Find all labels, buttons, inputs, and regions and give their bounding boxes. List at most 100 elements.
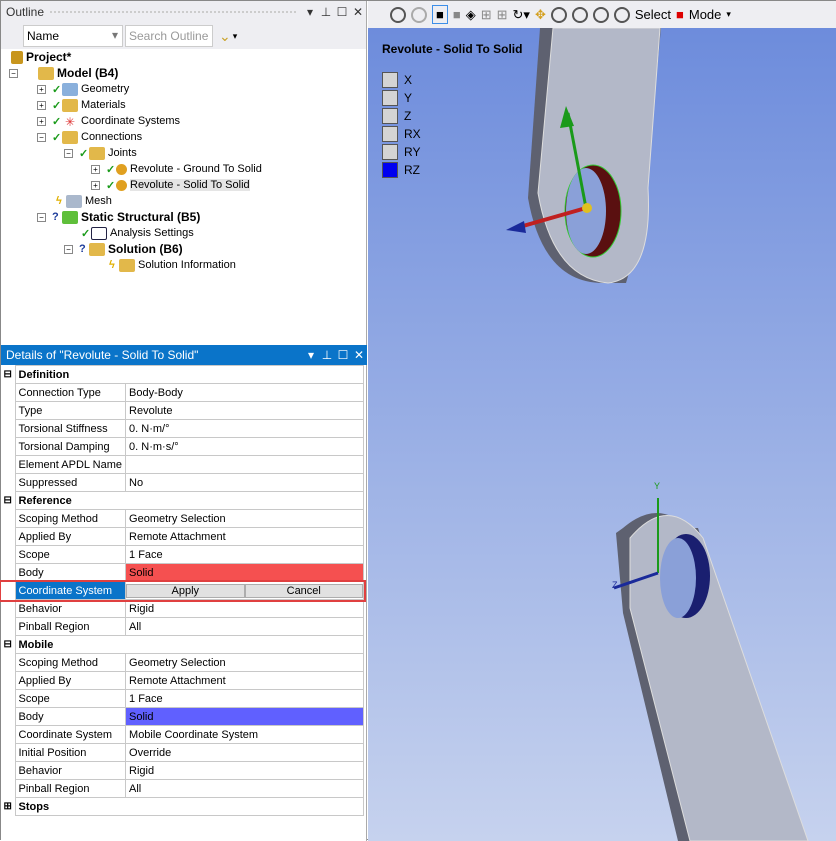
lower-hole-opening (660, 538, 696, 618)
detail-row-coordinate-system[interactable]: Coordinate SystemApplyCancel (1, 582, 364, 600)
detail-row[interactable]: Scope1 Face (1, 690, 364, 708)
filter-chevron-icon[interactable]: ⌄ (219, 28, 231, 45)
tree-node-project[interactable]: Project* (11, 49, 71, 65)
graphics-viewport[interactable]: ■ ■ ◈ ⊞ ⊞ ↻▾ ✥ Select ■ Mode ▾ Y Z Revolute - … (368, 1, 836, 841)
maximize-icon[interactable]: ☐ (334, 5, 350, 19)
detail-row[interactable]: Torsional Stiffness0. N·m/° (1, 420, 364, 438)
zoom-fit-icon[interactable] (390, 7, 406, 23)
viewport-title: Revolute - Solid To Solid (382, 42, 522, 56)
detail-row[interactable]: Connection TypeBody-Body (1, 384, 364, 402)
zoom-fit-all-icon[interactable] (614, 7, 630, 23)
detail-row[interactable]: BehaviorRigid (1, 600, 364, 618)
dropdown-icon[interactable]: ▾ (726, 9, 731, 20)
group-mobile[interactable]: ⊟Mobile (1, 636, 364, 654)
expand-icon[interactable]: + (37, 85, 46, 94)
pin-icon[interactable]: ⊥ (318, 5, 334, 19)
collapse-icon[interactable]: − (37, 213, 46, 222)
dropdown-icon[interactable]: ▾ (303, 348, 319, 362)
tree-node-coordinate-systems[interactable]: +✓✳Coordinate Systems (37, 113, 180, 129)
tree-node-revolute-ground[interactable]: +✓Revolute - Ground To Solid (91, 161, 262, 177)
reference-body-value[interactable]: Solid (126, 564, 364, 582)
filter-select[interactable]: Name (23, 25, 123, 47)
left-panel: Outline ▾⊥☐✕ Name Search Outline ⌄▾ Proj… (1, 1, 367, 841)
dropdown-icon[interactable]: ▾ (233, 31, 238, 42)
details-table: ⊟Definition Connection TypeBody-Body Typ… (1, 365, 364, 816)
zoom-icon[interactable] (551, 7, 567, 23)
look-at-icon[interactable]: ◈ (466, 7, 476, 23)
3d-canvas[interactable]: Y Z Revolute - Solid To Solid X Y Z RX R… (368, 28, 836, 841)
group-stops[interactable]: ⊞Stops (1, 798, 364, 816)
mode-button[interactable]: Mode (689, 7, 722, 22)
apply-button[interactable]: Apply (126, 584, 244, 598)
expand-icon[interactable]: + (37, 101, 46, 110)
group-definition[interactable]: ⊟Definition (1, 366, 364, 384)
pin-icon[interactable]: ⊥ (319, 348, 335, 362)
tree-node-static-structural[interactable]: −?Static Structural (B5) (37, 209, 200, 225)
detail-row[interactable]: Scoping MethodGeometry Selection (1, 510, 364, 528)
detail-row[interactable]: TypeRevolute (1, 402, 364, 420)
mobile-body-value[interactable]: Solid (126, 708, 364, 726)
expand-icon[interactable]: ⊞ (1, 798, 15, 816)
connections-icon (62, 131, 78, 144)
detail-row[interactable]: BehaviorRigid (1, 762, 364, 780)
search-input[interactable]: Search Outline (125, 25, 213, 47)
axis-label-z: Z (612, 580, 618, 590)
solid-cube-icon[interactable]: ■ (453, 7, 461, 22)
collapse-icon[interactable]: ⊟ (1, 366, 15, 384)
tree-node-solution[interactable]: −?Solution (B6) (64, 241, 183, 257)
detail-row[interactable]: Pinball RegionAll (1, 780, 364, 798)
window-icon[interactable]: ⊞ (481, 7, 492, 23)
tree-node-joints[interactable]: −✓Joints (64, 145, 137, 161)
detail-row[interactable]: Torsional Damping0. N·m·s/° (1, 438, 364, 456)
cube-icon[interactable]: ■ (432, 5, 448, 24)
expand-icon[interactable]: + (91, 181, 100, 190)
tree-node-solution-information[interactable]: ϟSolution Information (109, 257, 236, 273)
detail-row[interactable]: Element APDL Name (1, 456, 364, 474)
detail-row[interactable]: Scope1 Face (1, 546, 364, 564)
collapse-icon[interactable]: − (64, 245, 73, 254)
detail-row[interactable]: BodySolid (1, 564, 364, 582)
detail-row[interactable]: Applied ByRemote Attachment (1, 528, 364, 546)
zoom-in-icon[interactable] (572, 7, 588, 23)
select-mode-icon[interactable]: ■ (676, 7, 684, 22)
expand-icon[interactable]: + (37, 117, 46, 126)
dof-rx: RX (382, 126, 421, 142)
tree-node-geometry[interactable]: +✓Geometry (37, 81, 129, 97)
close-icon[interactable]: ✕ (351, 348, 367, 362)
analysis-settings-icon (91, 227, 107, 240)
tree-node-analysis-settings[interactable]: ✓Analysis Settings (81, 225, 194, 241)
detail-row[interactable]: Coordinate SystemMobile Coordinate Syste… (1, 726, 364, 744)
tree-node-connections[interactable]: −✓Connections (37, 129, 142, 145)
graphics-toolbar: ■ ■ ◈ ⊞ ⊞ ↻▾ ✥ Select ■ Mode ▾ (368, 1, 836, 28)
detail-row[interactable]: Initial PositionOverride (1, 744, 364, 762)
lightning-icon: ϟ (56, 195, 66, 207)
zoom-prev-icon[interactable] (411, 7, 427, 23)
collapse-icon[interactable]: − (64, 149, 73, 158)
select-button[interactable]: Select (635, 7, 671, 22)
detail-row[interactable]: BodySolid (1, 708, 364, 726)
collapse-icon[interactable]: − (37, 133, 46, 142)
detail-row[interactable]: Pinball RegionAll (1, 618, 364, 636)
zoom-box-icon[interactable] (593, 7, 609, 23)
tree-node-revolute-solid[interactable]: +✓Revolute - Solid To Solid (91, 177, 250, 193)
detail-row[interactable]: Scoping MethodGeometry Selection (1, 654, 364, 672)
cancel-button[interactable]: Cancel (245, 584, 363, 598)
pan-icon[interactable]: ✥ (535, 7, 546, 23)
tree-node-materials[interactable]: +✓Materials (37, 97, 126, 113)
tree-node-model[interactable]: −Model (B4) (9, 65, 118, 81)
outline-titlebar: Outline ▾⊥☐✕ (1, 1, 366, 23)
window2-icon[interactable]: ⊞ (497, 7, 508, 23)
expand-icon[interactable]: + (91, 165, 100, 174)
dropdown-icon[interactable]: ▾ (302, 5, 318, 19)
joints-icon (89, 147, 105, 160)
close-icon[interactable]: ✕ (350, 5, 366, 19)
tree-node-mesh[interactable]: ϟMesh (56, 193, 112, 209)
collapse-icon[interactable]: − (9, 69, 18, 78)
rotate-icon[interactable]: ↻▾ (513, 7, 530, 23)
detail-row[interactable]: Applied ByRemote Attachment (1, 672, 364, 690)
maximize-icon[interactable]: ☐ (335, 348, 351, 362)
group-reference[interactable]: ⊟Reference (1, 492, 364, 510)
collapse-icon[interactable]: ⊟ (1, 492, 15, 510)
collapse-icon[interactable]: ⊟ (1, 636, 15, 654)
detail-row[interactable]: SuppressedNo (1, 474, 364, 492)
